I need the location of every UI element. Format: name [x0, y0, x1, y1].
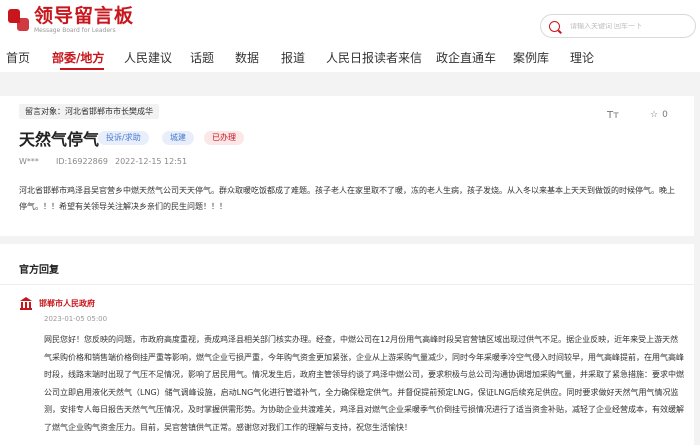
nav-item-reports[interactable]: 报道 — [281, 49, 305, 66]
government-building-icon — [19, 296, 33, 310]
nav-item-ministries-local[interactable]: 部委/地方 — [52, 49, 104, 66]
author-name: W*** — [19, 157, 39, 166]
favorite-button[interactable]: ☆ 0 — [650, 110, 668, 120]
message-title: 天然气停气 — [19, 130, 100, 149]
section-divider — [0, 284, 694, 285]
logo-title: 领导留言板 — [34, 5, 135, 27]
reply-org: 邯郸市人民政府 — [19, 296, 95, 310]
nav-item-home[interactable]: 首页 — [6, 49, 30, 66]
recipient-tag[interactable]: 留言对象：河北省邯郸市市长樊成华 — [19, 104, 159, 119]
search-icon[interactable] — [549, 20, 560, 32]
logo-subtitle: Message Board for Leaders — [34, 27, 116, 34]
active-nav-indicator — [60, 68, 104, 70]
site-logo[interactable]: 领导留言板 Message Board for Leaders — [8, 6, 134, 35]
message-card: 留言对象：河北省邯郸市市长樊成华 天然气停气 投诉/求助 城建 已办理 W***… — [0, 96, 694, 236]
message-content: 河北省邯郸市鸡泽县吴官营乡中燃天然气公司天天停气。群众取暖吃饭都成了难题。孩子老… — [19, 186, 675, 211]
nav-item-data[interactable]: 数据 — [235, 49, 259, 66]
nav-item-gov-enterprise[interactable]: 政企直通车 — [436, 49, 496, 66]
site-header: 领导留言板 Message Board for Leaders 首页 部委/地方… — [0, 0, 700, 72]
reply-section-title: 官方回复 — [19, 265, 59, 276]
status-badge: 已办理 — [204, 131, 244, 145]
nav-item-topics[interactable]: 话题 — [190, 49, 214, 66]
logo-icon — [8, 8, 30, 33]
nav-item-reader-letters[interactable]: 人民日报读者来信 — [326, 49, 422, 66]
nav-item-case-library[interactable]: 案例库 — [513, 49, 549, 66]
field-badge[interactable]: 城建 — [162, 131, 194, 145]
nav-item-theory[interactable]: 理论 — [570, 49, 594, 66]
reply-org-name: 邯郸市人民政府 — [39, 298, 95, 308]
favorite-count: 0 — [662, 110, 668, 120]
message-id: ID:16922869 — [56, 157, 108, 166]
nav-item-people-suggestions[interactable]: 人民建议 — [124, 49, 172, 66]
font-size-icon[interactable]: Tт — [607, 110, 619, 121]
message-datetime: 2022-12-15 12:51 — [115, 157, 188, 166]
official-reply-card: 官方回复 邯郸市人民政府 2023-01-05 05:00 网民您好！您反映的问… — [0, 244, 694, 445]
main-nav: 首页 部委/地方 人民建议 话题 数据 报道 人民日报读者来信 政企直通车 案例… — [0, 44, 700, 72]
star-icon: ☆ — [650, 110, 659, 120]
reply-date: 2023-01-05 05:00 — [44, 315, 108, 323]
search-input[interactable] — [570, 22, 690, 30]
search-box — [540, 14, 696, 38]
category-badge[interactable]: 投诉/求助 — [98, 131, 149, 145]
reply-content: 网民您好！您反映的问题，市政府高度重视，责成鸡泽县相关部门核实办理。经查，中燃公… — [44, 335, 684, 432]
